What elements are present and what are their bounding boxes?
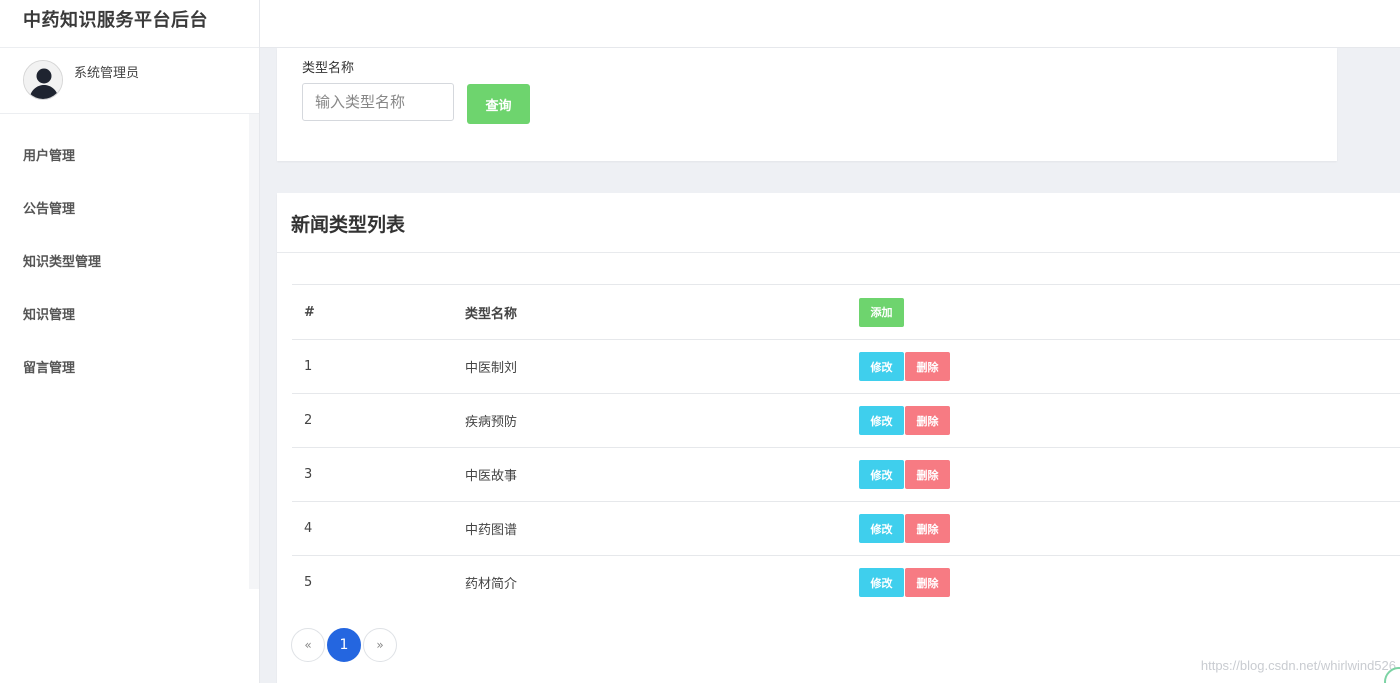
delete-button[interactable]: 删除 bbox=[905, 568, 950, 598]
user-panel: 系统管理员 bbox=[0, 48, 259, 114]
header-actions: 添加 bbox=[847, 284, 1400, 340]
row-actions: 修改 删除 bbox=[847, 555, 1400, 610]
delete-button[interactable]: 删除 bbox=[905, 460, 950, 489]
table-row: 3 中医故事 修改 删除 bbox=[292, 447, 1400, 502]
sidebar-item-knowledge[interactable]: 知识管理 bbox=[0, 305, 259, 358]
topbar bbox=[260, 0, 1400, 48]
table-row: 1 中医制刘 修改 删除 bbox=[292, 339, 1400, 394]
row-num: 5 bbox=[292, 555, 453, 610]
user-name: 系统管理员 bbox=[74, 66, 140, 81]
table-row: 2 疾病预防 修改 删除 bbox=[292, 393, 1400, 448]
row-type-name: 中医故事 bbox=[453, 447, 847, 502]
pagination-next-button[interactable]: » bbox=[363, 628, 397, 662]
row-type-name: 中医制刘 bbox=[453, 339, 847, 394]
type-table: # 类型名称 添加 1 中医制刘 修改 删除 2 疾病预防 修改 删除 3 中医… bbox=[292, 284, 1400, 610]
row-num: 2 bbox=[292, 393, 453, 448]
brand-title: 中药知识服务平台后台 bbox=[0, 0, 259, 48]
header-num: # bbox=[292, 284, 453, 340]
watermark: https://blog.csdn.net/whirlwind526 bbox=[1200, 658, 1396, 673]
table-row: 4 中药图谱 修改 删除 bbox=[292, 501, 1400, 556]
delete-button[interactable]: 删除 bbox=[905, 352, 950, 381]
search-panel: 类型名称 查询 bbox=[277, 48, 1337, 161]
table-header-row: # 类型名称 添加 bbox=[292, 284, 1400, 340]
row-actions: 修改 删除 bbox=[847, 393, 1400, 448]
delete-button[interactable]: 删除 bbox=[905, 406, 950, 435]
row-num: 4 bbox=[292, 501, 453, 556]
delete-button[interactable]: 删除 bbox=[905, 514, 950, 543]
sidebar-item-announcements[interactable]: 公告管理 bbox=[0, 199, 259, 252]
pagination-page-current[interactable]: 1 bbox=[327, 628, 361, 662]
header-type-name: 类型名称 bbox=[453, 284, 847, 340]
row-type-name: 药材简介 bbox=[453, 555, 847, 610]
user-avatar-icon bbox=[23, 60, 63, 100]
sidebar: 中药知识服务平台后台 系统管理员 用户管理 公告管理 知识类型管理 知识管理 留… bbox=[0, 0, 260, 683]
row-actions: 修改 删除 bbox=[847, 501, 1400, 556]
sidebar-item-knowledge-types[interactable]: 知识类型管理 bbox=[0, 252, 259, 305]
search-button[interactable]: 查询 bbox=[467, 84, 530, 124]
row-type-name: 疾病预防 bbox=[453, 393, 847, 448]
table-row: 5 药材简介 修改 删除 bbox=[292, 555, 1400, 610]
row-type-name: 中药图谱 bbox=[453, 501, 847, 556]
edit-button[interactable]: 修改 bbox=[859, 406, 904, 435]
search-label: 类型名称 bbox=[302, 61, 355, 76]
edit-button[interactable]: 修改 bbox=[859, 568, 904, 598]
sidebar-item-messages[interactable]: 留言管理 bbox=[0, 358, 259, 411]
add-button[interactable]: 添加 bbox=[859, 297, 904, 327]
pagination: « 1 » bbox=[291, 628, 397, 664]
type-list-panel: 新闻类型列表 # 类型名称 添加 1 中医制刘 修改 删除 2 疾病预防 修改 … bbox=[277, 193, 1400, 683]
edit-button[interactable]: 修改 bbox=[859, 460, 904, 489]
edit-button[interactable]: 修改 bbox=[859, 514, 904, 543]
sidebar-nav: 用户管理 公告管理 知识类型管理 知识管理 留言管理 bbox=[0, 114, 259, 411]
row-num: 1 bbox=[292, 339, 453, 394]
type-name-search-input[interactable] bbox=[302, 83, 454, 121]
row-actions: 修改 删除 bbox=[847, 339, 1400, 394]
sidebar-item-users[interactable]: 用户管理 bbox=[0, 146, 259, 199]
pagination-prev-button[interactable]: « bbox=[291, 628, 325, 662]
list-title: 新闻类型列表 bbox=[277, 193, 1400, 253]
row-num: 3 bbox=[292, 447, 453, 502]
app-root: 中药知识服务平台后台 系统管理员 用户管理 公告管理 知识类型管理 知识管理 留… bbox=[0, 0, 1400, 683]
row-actions: 修改 删除 bbox=[847, 447, 1400, 502]
edit-button[interactable]: 修改 bbox=[859, 352, 904, 381]
sidebar-scrollbar[interactable] bbox=[249, 114, 259, 589]
